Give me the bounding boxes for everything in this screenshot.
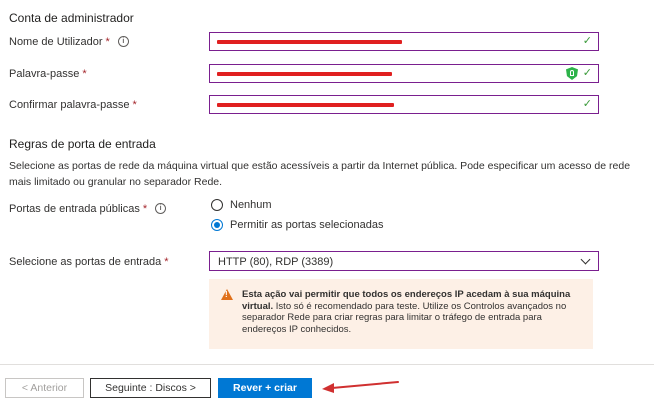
warning-text: Esta ação vai permitir que todos os ende… <box>242 289 571 335</box>
public-ports-label: Portas de entrada públicas * i <box>9 202 167 215</box>
radio-none[interactable] <box>211 199 223 211</box>
check-icon: ✓ <box>582 98 592 110</box>
radio-allow-label[interactable]: Permitir as portas selecionadas <box>230 219 383 231</box>
password-shield-icon[interactable] <box>566 67 578 80</box>
check-icon: ✓ <box>582 67 592 79</box>
ports-section-heading: Regras de porta de entrada <box>9 137 156 151</box>
warning-message: ! Esta ação vai permitir que todos os en… <box>209 279 593 349</box>
previous-button[interactable]: < Anterior <box>5 378 84 398</box>
radio-allow-selected[interactable] <box>211 219 223 231</box>
dropdown-value: HTTP (80), RDP (3389) <box>218 256 334 268</box>
arrow-annotation <box>322 381 399 393</box>
radio-none-label[interactable]: Nenhum <box>230 199 272 211</box>
redacted-value <box>217 40 402 44</box>
ports-description: Selecione as portas de rede da máquina v… <box>9 160 631 188</box>
password-label: Palavra-passe * <box>9 68 87 80</box>
redacted-value <box>217 103 394 107</box>
inbound-ports-dropdown[interactable]: HTTP (80), RDP (3389) <box>209 251 599 271</box>
chevron-down-icon <box>580 254 591 265</box>
username-label: Nome de Utilizador * i <box>9 35 129 48</box>
next-disks-button[interactable]: Seguinte : Discos > <box>90 378 211 398</box>
confirm-password-field[interactable]: ✓ <box>209 95 599 114</box>
confirm-password-label: Confirmar palavra-passe * <box>9 99 137 111</box>
info-icon[interactable]: i <box>155 202 167 214</box>
select-ports-label: Selecione as portas de entrada * <box>9 256 169 268</box>
review-create-button[interactable]: Rever + criar <box>218 378 312 398</box>
username-field[interactable]: ✓ <box>209 32 599 51</box>
redacted-value <box>217 72 392 76</box>
admin-section-heading: Conta de administrador <box>9 11 134 25</box>
info-icon[interactable]: i <box>117 35 129 47</box>
footer-divider <box>0 364 654 365</box>
password-field[interactable]: ✓ <box>209 64 599 83</box>
check-icon: ✓ <box>582 35 592 47</box>
